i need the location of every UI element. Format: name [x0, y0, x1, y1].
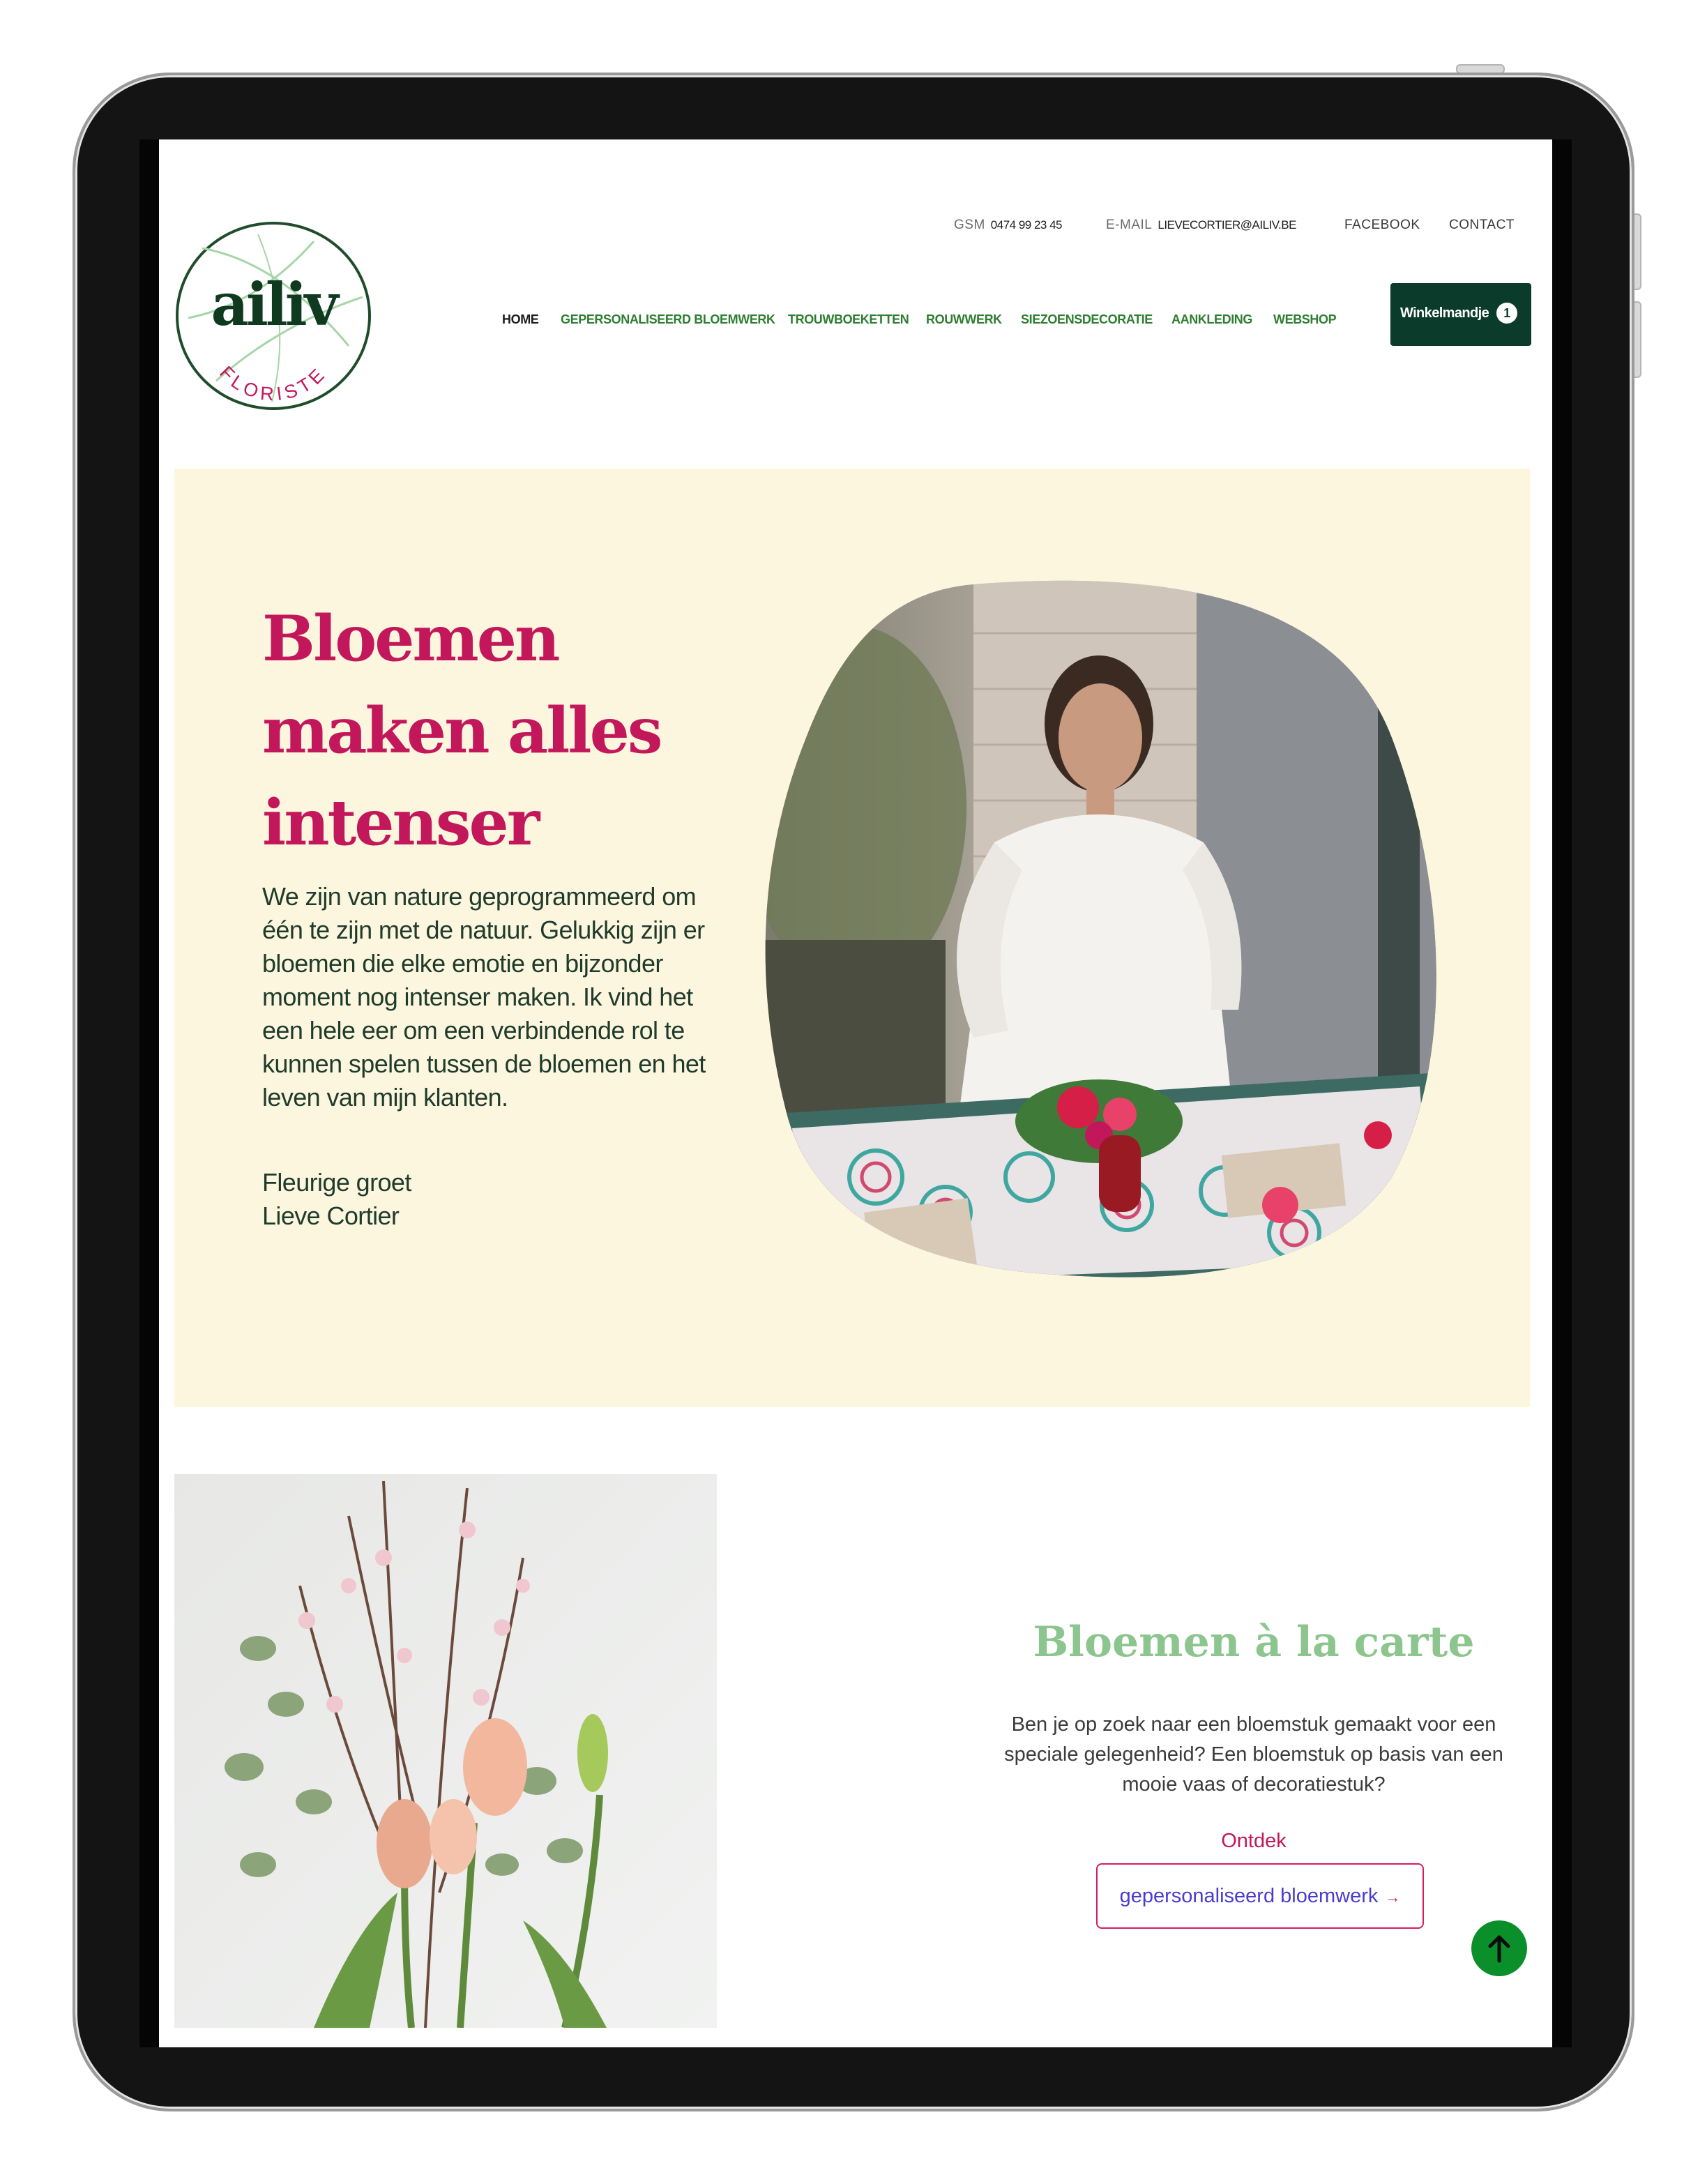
hero-section: Bloemen maken alles intenser We zijn van…: [174, 469, 1530, 1407]
topbar-contact-link[interactable]: CONTACT: [1449, 218, 1515, 233]
nav-aankleding[interactable]: AANKLEDING: [1171, 312, 1252, 327]
topbar-facebook-link[interactable]: FACEBOOK: [1344, 218, 1420, 233]
hero-title-line: Bloemen: [262, 602, 560, 676]
cart-label: Winkelmandje: [1400, 305, 1489, 321]
nav-siezoensdecoratie[interactable]: SIEZOENSDECORATIE: [1021, 312, 1153, 327]
hero-paragraph: We zijn van nature geprogrammeerd om één…: [262, 882, 706, 1112]
topbar-phone[interactable]: GSM 0474 99 23 45: [954, 218, 1063, 233]
hero-title: Bloemen maken alles intenser: [262, 593, 681, 869]
carte-title: Bloemen à la carte: [1033, 1618, 1475, 1667]
discover-label: Ontdek: [1221, 1830, 1287, 1852]
hero-title-line: maken alles: [262, 694, 663, 768]
hero-title-line: intenser: [262, 786, 540, 860]
nav-webshop[interactable]: WEBSHOP: [1273, 312, 1337, 327]
florist-portrait-photo: [765, 580, 1436, 1277]
signature-greeting: Fleurige groet: [262, 1168, 411, 1197]
hero-signature: Fleurige groet Lieve Cortier: [262, 1166, 611, 1233]
tablet-screen: ailiv FLORISTE GSM 0474 99 23 45 E-MAIL LI…: [139, 139, 1572, 2047]
leaf-outline-icon: ailiv FLORISTE: [176, 222, 371, 410]
nav-rouwwerk[interactable]: ROUWWERK: [926, 312, 1002, 327]
nav-gepersonaliseerd-bloemwerk[interactable]: GEPERSONALISEERD BLOEMWERK: [561, 312, 775, 327]
cart-count-badge: 1: [1496, 303, 1517, 324]
carte-description: Ben je op zoek naar een bloemstuk gemaak…: [1004, 1713, 1503, 1796]
logo-wordmark: ailiv: [211, 270, 340, 339]
gepersonaliseerd-bloemwerk-button[interactable]: gepersonaliseerd bloemwerk →: [1096, 1863, 1424, 1929]
tulip-bouquet-photo: [174, 1474, 717, 2028]
phone-value[interactable]: 0474 99 23 45: [991, 218, 1063, 232]
cart-button[interactable]: Winkelmandje 1: [1390, 283, 1531, 346]
email-label: E-MAIL: [1106, 218, 1153, 232]
cta-label: gepersonaliseerd bloemwerk: [1119, 1885, 1379, 1907]
topbar-email[interactable]: E-MAIL LIEVECORTIER@AILIV.BE: [1106, 218, 1296, 233]
phone-label: GSM: [954, 218, 985, 232]
web-page: ailiv FLORISTE GSM 0474 99 23 45 E-MAIL LI…: [159, 139, 1552, 2047]
ailiv-logo[interactable]: ailiv FLORISTE: [174, 220, 372, 411]
nav-trouwboeketten[interactable]: TROUWBOEKETTEN: [788, 312, 909, 327]
arrow-up-icon: [1488, 1935, 1510, 1963]
signature-name: Lieve Cortier: [262, 1201, 400, 1230]
email-value[interactable]: LIEVECORTIER@AILIV.BE: [1158, 218, 1296, 232]
arrow-right-icon: →: [1385, 1888, 1401, 1906]
scroll-to-top-button[interactable]: [1471, 1920, 1527, 1976]
nav-home[interactable]: HOME: [502, 312, 539, 327]
